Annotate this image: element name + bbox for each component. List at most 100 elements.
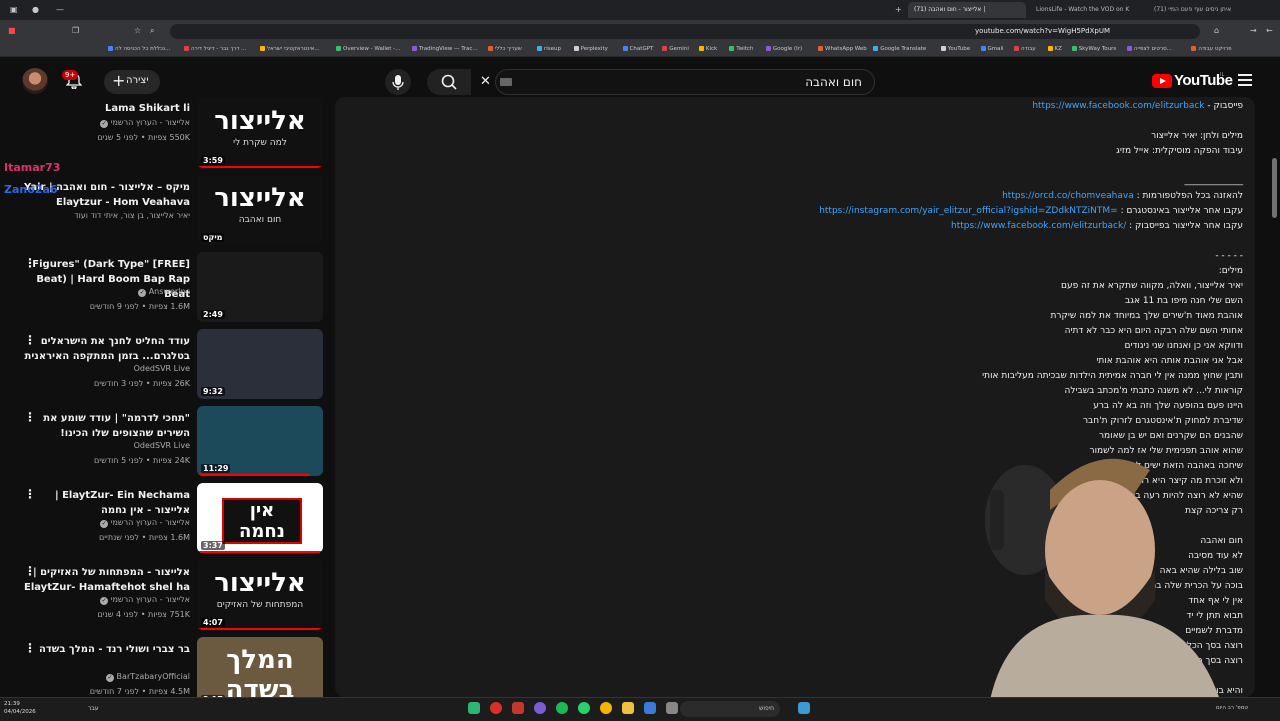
bookmark-item[interactable]: YouTube: [941, 42, 970, 56]
related-video-card[interactable]: ⋮ "תחכי לדרמה" | עודד שומע את השירים שהצו…: [0, 406, 330, 482]
tab-other[interactable]: (71) איתן ניסים עוף פעם המיי: [1148, 2, 1258, 18]
bookmark-item[interactable]: Google (lr): [766, 42, 802, 56]
video-thumbnail[interactable]: אלייצור חום ואהבה מיקס: [197, 175, 323, 245]
bookmark-item[interactable]: דרך גבר - דיגיל דירה ...: [184, 42, 246, 56]
related-video-card[interactable]: ⋮ [FREE] "Figures" (Dark Type Beat) | Har…: [0, 252, 330, 328]
video-title[interactable]: בר צברי ושולי רנד - המלך בשדה: [20, 642, 190, 657]
channel-name[interactable]: OdedSVR Live: [134, 364, 190, 373]
mic-icon[interactable]: [385, 69, 411, 95]
video-thumbnail[interactable]: אין נחמה 3:37: [197, 483, 323, 553]
copy-icon[interactable]: ❐: [72, 27, 79, 35]
bookmark-item[interactable]: riseup: [537, 42, 561, 56]
description-link-line[interactable]: להאזנה בכל הפלטפורמות : https://orcd.co/…: [1002, 190, 1243, 202]
spotify-icon[interactable]: [556, 702, 568, 714]
windows-start-icon[interactable]: [798, 702, 810, 714]
description-link[interactable]: https://www.facebook.com/elitzurback/: [951, 221, 1126, 231]
bookmark-item[interactable]: סרטים לצפייה...: [1127, 42, 1172, 56]
video-thumbnail[interactable]: 11:29: [197, 406, 323, 476]
menu-icon[interactable]: [1238, 74, 1252, 86]
ublock-icon[interactable]: ■: [8, 27, 16, 35]
address-bar[interactable]: youtube.com/watch?v=WigH5PdXpUM: [170, 24, 1200, 39]
whatsapp-icon[interactable]: [578, 702, 590, 714]
related-video-card[interactable]: ⋮ אלייצור - המפתחות של האזיקים | ElaytZur…: [0, 560, 330, 636]
new-tab-icon[interactable]: +: [895, 6, 902, 14]
channel-name[interactable]: AnswerInc ✓: [138, 287, 190, 297]
youtube-play-icon: [1152, 74, 1172, 88]
video-title[interactable]: Lama Shikart li: [20, 101, 190, 116]
video-title[interactable]: עודד החליט לחנך את הישראלים בטלגרם... בז…: [20, 334, 190, 364]
star-icon[interactable]: ☆: [134, 27, 141, 35]
forward-icon[interactable]: ←: [1266, 27, 1273, 35]
bookmark-item[interactable]: Gmail: [981, 42, 1004, 56]
bookmark-item[interactable]: ChatGPT: [623, 42, 654, 56]
channel-name[interactable]: אלייצור - הערוץ הרשמי ✓: [100, 518, 190, 528]
bookmark-item[interactable]: KZ: [1048, 42, 1062, 56]
description-line: _____________: [1185, 175, 1244, 187]
channel-name[interactable]: BarTzabaryOfficial ✓: [106, 672, 190, 682]
tab-current[interactable]: (71) אלייצור - חום ואהבה |: [908, 2, 1026, 18]
chrome-icon[interactable]: [600, 702, 612, 714]
description-text: שדיברת למחוק ת'אינסטגרם לזרוק ת'חבר: [1082, 416, 1243, 426]
weather-text[interactable]: טמפ' רב היום: [1216, 705, 1248, 711]
video-thumbnail[interactable]: 9:32: [197, 329, 323, 399]
bookmark-item[interactable]: WhatsApp Web: [818, 42, 867, 56]
verified-icon: ✓: [100, 120, 109, 128]
bookmark-item[interactable]: עבודה: [1014, 42, 1036, 56]
video-thumbnail[interactable]: 2:49: [197, 252, 323, 322]
channel-name[interactable]: יאיר אלייצור, בן צור, איתי דוד ועוד: [74, 211, 190, 220]
related-video-card[interactable]: ⋮ ElaytZur- Ein Nechama | אלייצור - אין נ…: [0, 483, 330, 559]
search-button[interactable]: [427, 69, 471, 95]
description-link[interactable]: https://www.facebook.com/elitzurback: [1032, 101, 1204, 111]
video-thumbnail[interactable]: אלייצור למה שקרת לי 3:59: [197, 98, 323, 168]
zoom-icon[interactable]: ⌕: [150, 27, 154, 35]
related-video-card[interactable]: ⋮ עודד החליט לחנך את הישראלים בטלגרם... ב…: [0, 329, 330, 405]
description-link-line[interactable]: עקבו אחר אלייצור באינסטגרם : https://ins…: [819, 205, 1243, 217]
channel-name[interactable]: OdedSVR Live: [134, 441, 190, 450]
bookmark-item[interactable]: Gemini: [662, 42, 689, 56]
description-link-line[interactable]: פייסבוק - https://www.facebook.com/elitz…: [1032, 100, 1243, 112]
description-link-line[interactable]: עקבו אחר אלייצור בפייסבוק : https://www.…: [951, 220, 1243, 232]
video-title[interactable]: ElaytZur- Ein Nechama | אלייצור - אין נח…: [20, 488, 190, 518]
channel-name[interactable]: אלייצור - הערוץ הרשמי ✓: [100, 118, 190, 128]
bookmark-item[interactable]: TradingView — Trac...: [412, 42, 478, 56]
tab-lionslife[interactable]: LionsLife - Watch the VOD on K: [1030, 2, 1142, 18]
language-indicator[interactable]: עבר: [88, 705, 99, 712]
home-icon[interactable]: ⌂: [1214, 27, 1219, 35]
video-title[interactable]: "תחכי לדרמה" | עודד שומע את השירים שהצופ…: [20, 411, 190, 441]
app-icon[interactable]: [468, 702, 480, 714]
description-link[interactable]: https://orcd.co/chomveahava: [1002, 191, 1134, 201]
bookmark-item[interactable]: SkyWay Tours: [1072, 42, 1117, 56]
video-title[interactable]: אלייצור - המפתחות של האזיקים | ElaytZur-…: [20, 565, 190, 595]
bookmark-item[interactable]: Perplexity: [574, 42, 608, 56]
search-input[interactable]: ✕ חום ואהבה: [480, 69, 875, 95]
app-icon[interactable]: [644, 702, 656, 714]
app-icon[interactable]: [490, 702, 502, 714]
folder-icon[interactable]: [622, 702, 634, 714]
scrollbar[interactable]: [1272, 158, 1277, 218]
bookmark-item[interactable]: שעריך כללי: [488, 42, 522, 56]
minimize-icon[interactable]: —: [56, 6, 64, 14]
extension-icon[interactable]: ●: [32, 6, 39, 14]
taskbar-search[interactable]: חיפוש: [680, 701, 780, 717]
channel-name[interactable]: אלייצור - הערוץ הרשמי ✓: [100, 595, 190, 605]
bookmark-item[interactable]: Overview - Wallet -...: [336, 42, 400, 56]
video-thumbnail[interactable]: אלייצור המפתחות של האזיקים 4:07: [197, 560, 323, 630]
watch-progress: [197, 628, 323, 630]
browser-menu-icon[interactable]: ▣: [10, 6, 18, 14]
bookmark-item[interactable]: נכללת כל הכניסה לה...: [108, 42, 170, 56]
youtube-logo[interactable]: YouTube IL: [1152, 72, 1233, 92]
bookmark-item[interactable]: אינטראקטיבי ישראל...: [260, 42, 320, 56]
bookmark-item[interactable]: פרויקט עבודה: [1191, 42, 1231, 56]
bookmark-item[interactable]: Twitch: [729, 42, 753, 56]
keyboard-icon[interactable]: [500, 78, 512, 86]
create-button[interactable]: + יצירה: [104, 70, 160, 94]
back-icon[interactable]: →: [1250, 27, 1257, 35]
bookmark-item[interactable]: Kick: [699, 42, 717, 56]
app-icon[interactable]: [534, 702, 546, 714]
avatar[interactable]: [22, 68, 48, 94]
app-icon[interactable]: [666, 702, 678, 714]
clear-search-icon[interactable]: ✕: [480, 74, 491, 89]
bookmark-item[interactable]: Google Translate: [873, 42, 926, 56]
description-link[interactable]: https://instagram.com/yair_elitzur_offic…: [819, 206, 1118, 216]
app-icon[interactable]: [512, 702, 524, 714]
